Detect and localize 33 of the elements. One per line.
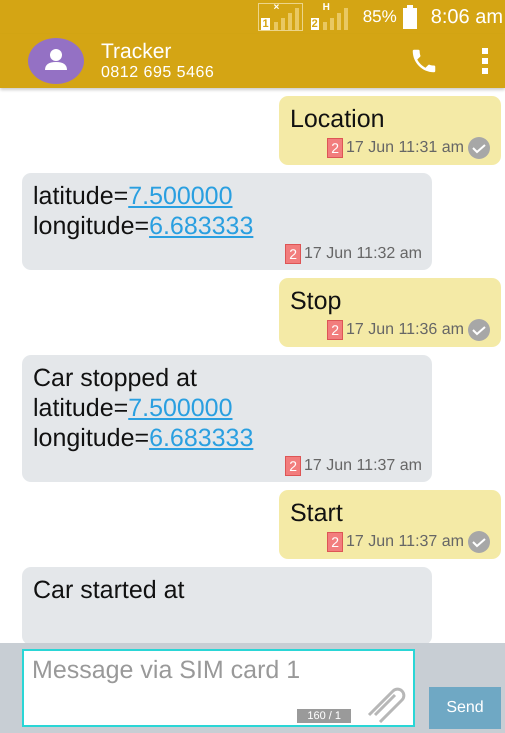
battery-icon (402, 5, 417, 29)
sim-badge: 2 (285, 456, 301, 476)
coordinate-link[interactable]: 7.500000 (128, 394, 232, 422)
message-text: latitude= (33, 182, 128, 210)
contact-name: Tracker (101, 40, 172, 64)
timestamp: 17 Jun 11:31 am (346, 139, 464, 157)
coordinate-link[interactable]: 6.683333 (149, 424, 254, 452)
message-text: longitude= (33, 424, 150, 452)
sim-badge: 2 (327, 532, 343, 552)
message-text: Location (290, 104, 386, 134)
timestamp: 17 Jun 11:32 am (304, 245, 422, 263)
message-text: latitude= (33, 394, 128, 422)
timestamp: 17 Jun 11:36 am (346, 321, 464, 339)
send-button[interactable]: Send (429, 687, 501, 729)
sim-badge: 2 (327, 320, 343, 340)
character-counter: 160 / 1 (297, 709, 351, 723)
message-text: Start (290, 498, 344, 528)
phone-number: 0812 695 5466 (101, 64, 216, 82)
message-text: Car started at (33, 575, 186, 605)
message-text: Stop (290, 286, 342, 316)
battery-level: 85% (362, 7, 397, 27)
avatar-icon (28, 38, 84, 84)
more-icon[interactable] (481, 47, 489, 75)
signal-icon: 1 × (258, 3, 303, 31)
message-text: longitude= (33, 212, 150, 240)
sim-badge: 2 (285, 244, 301, 264)
sim-badge: 2 (327, 138, 343, 158)
timestamp: 17 Jun 11:37 am (304, 457, 422, 475)
timestamp: 17 Jun 11:37 am (346, 533, 464, 551)
message-text: Car stopped at (33, 363, 198, 393)
clock: 8:06 am (430, 6, 503, 28)
coordinate-link[interactable]: 6.683333 (149, 212, 254, 240)
coordinate-link[interactable]: 7.500000 (128, 182, 232, 210)
